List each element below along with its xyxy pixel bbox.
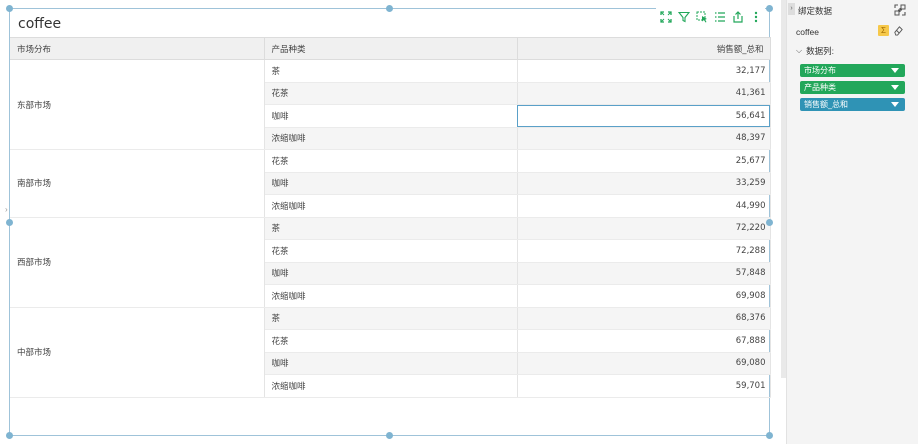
column-header-product[interactable]: 产品种类 — [264, 37, 518, 60]
field-pill-sales[interactable]: 销售额_总和 — [800, 98, 905, 111]
resize-handle[interactable] — [6, 5, 13, 12]
export-icon[interactable] — [731, 10, 744, 24]
fullscreen-icon[interactable] — [659, 10, 672, 24]
product-cell[interactable]: 花茶 — [264, 239, 518, 263]
sales-cell[interactable]: 72,220 — [517, 217, 771, 240]
product-cell[interactable]: 咖啡 — [264, 172, 518, 195]
list-icon[interactable] — [713, 10, 726, 24]
panel-title: 绑定数据 — [798, 7, 833, 17]
column-header-sales[interactable]: 销售额_总和 — [517, 37, 771, 60]
table-row: 中部市场 茶 68,376 — [10, 307, 771, 398]
more-icon[interactable] — [749, 10, 762, 24]
sales-cell[interactable]: 67,888 — [517, 329, 771, 353]
field-pill-product[interactable]: 产品种类 — [800, 81, 905, 94]
market-cell[interactable]: 西部市场 — [10, 217, 265, 308]
sales-cell[interactable]: 33,259 — [517, 172, 771, 195]
resize-handle[interactable] — [766, 219, 773, 226]
resize-handle[interactable] — [6, 219, 13, 226]
product-cell[interactable]: 花茶 — [264, 149, 518, 173]
data-table: 市场分布 产品种类 销售额_总和 东部市场 茶 32,177 花茶 41,361… — [10, 37, 771, 398]
table-header-row: 市场分布 产品种类 销售额_总和 — [10, 37, 771, 60]
widget-title: coffee — [18, 16, 62, 32]
sales-cell[interactable]: 69,080 — [517, 352, 771, 375]
table-row: 南部市场 花茶 25,677 — [10, 149, 771, 218]
table-widget[interactable]: coffee 市场分布 产品种类 销售额_总和 东部市场 茶 32,177 花茶… — [5, 8, 771, 436]
resize-handle[interactable] — [386, 432, 393, 439]
market-cell[interactable]: 东部市场 — [10, 59, 265, 150]
product-cell[interactable]: 茶 — [264, 217, 518, 240]
resize-handle[interactable] — [6, 432, 13, 439]
resize-handle[interactable] — [766, 432, 773, 439]
columns-header[interactable]: ⌵ 数据列: — [796, 45, 834, 57]
filter-icon[interactable] — [677, 10, 690, 24]
columns-label: 数据列: — [806, 46, 834, 56]
sales-cell[interactable]: 48,397 — [517, 127, 771, 150]
product-cell[interactable]: 茶 — [264, 307, 518, 330]
product-cell[interactable]: 浓缩咖啡 — [264, 194, 518, 218]
table-row: 西部市场 茶 72,220 — [10, 217, 771, 308]
column-header-market[interactable]: 市场分布 — [10, 37, 265, 60]
sum-icon[interactable]: Σ — [878, 25, 889, 36]
widget-toolbar — [656, 8, 765, 26]
dataset-name: coffee — [796, 27, 820, 37]
field-label: 产品种类 — [804, 83, 836, 92]
sales-cell[interactable]: 69,908 — [517, 284, 771, 308]
chevron-down-icon: ⌵ — [796, 46, 803, 55]
resize-handle[interactable] — [766, 5, 773, 12]
caret-down-icon[interactable] — [891, 85, 899, 90]
field-pill-market[interactable]: 市场分布 — [800, 64, 905, 77]
eraser-icon[interactable] — [893, 25, 904, 36]
product-cell[interactable]: 花茶 — [264, 329, 518, 353]
left-collapse-icon[interactable]: › — [5, 205, 12, 217]
product-cell[interactable]: 咖啡 — [264, 104, 518, 128]
sales-cell[interactable]: 44,990 — [517, 194, 771, 218]
switch-dataset-icon[interactable] — [894, 4, 906, 16]
sales-cell[interactable]: 32,177 — [517, 59, 771, 83]
sales-cell[interactable]: 59,701 — [517, 374, 771, 398]
sales-cell[interactable]: 41,361 — [517, 82, 771, 105]
resize-handle[interactable] — [386, 5, 393, 12]
field-label: 销售额_总和 — [804, 100, 848, 109]
product-cell[interactable]: 浓缩咖啡 — [264, 127, 518, 150]
canvas-area: coffee 市场分布 产品种类 销售额_总和 东部市场 茶 32,177 花茶… — [0, 0, 783, 444]
product-cell[interactable]: 浓缩咖啡 — [264, 284, 518, 308]
sales-cell[interactable]: 57,848 — [517, 262, 771, 285]
caret-down-icon[interactable] — [891, 102, 899, 107]
bind-data-panel: › 绑定数据 coffee Σ ⌵ 数据列: 市场分布 产品种类 销售额_总和 — [786, 0, 918, 444]
market-cell[interactable]: 南部市场 — [10, 149, 265, 218]
sales-cell[interactable]: 68,376 — [517, 307, 771, 330]
field-label: 市场分布 — [804, 66, 836, 75]
product-cell[interactable]: 花茶 — [264, 82, 518, 105]
product-cell[interactable]: 茶 — [264, 59, 518, 83]
market-cell[interactable]: 中部市场 — [10, 307, 265, 398]
sales-cell[interactable]: 25,677 — [517, 149, 771, 173]
product-cell[interactable]: 咖啡 — [264, 262, 518, 285]
table-row: 东部市场 茶 32,177 — [10, 59, 771, 150]
selected-sales-cell[interactable]: 56,641 — [517, 104, 771, 128]
sales-cell[interactable]: 72,288 — [517, 239, 771, 263]
product-cell[interactable]: 浓缩咖啡 — [264, 374, 518, 398]
caret-down-icon[interactable] — [891, 68, 899, 73]
panel-collapse-icon[interactable]: › — [788, 3, 795, 15]
product-cell[interactable]: 咖啡 — [264, 352, 518, 375]
select-icon[interactable] — [695, 10, 708, 24]
